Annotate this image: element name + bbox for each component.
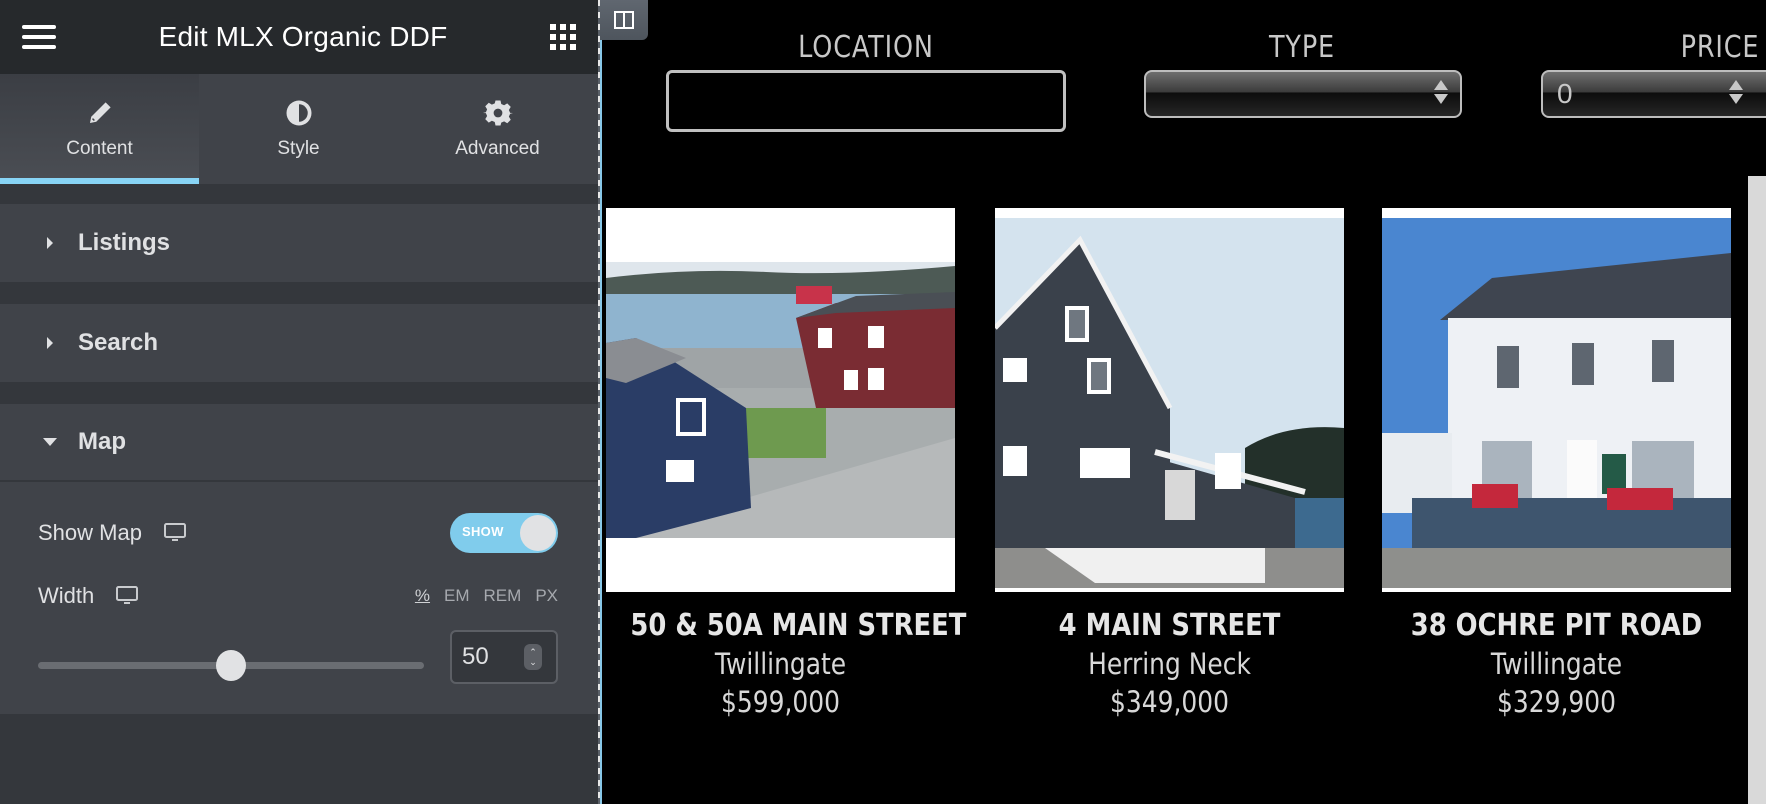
desktop-monitor-icon[interactable] (163, 523, 186, 543)
width-label: Width (38, 583, 95, 608)
listing-price: $599,000 (720, 685, 841, 719)
listing-photo[interactable] (1382, 208, 1731, 592)
spin-down-icon[interactable]: ⌄ (529, 657, 537, 667)
listing-price: $349,000 (1109, 685, 1230, 719)
caret-right-icon (40, 336, 60, 350)
show-map-toggle[interactable]: SHOW (450, 513, 558, 553)
tab-label: Content (66, 138, 133, 159)
menu-icon[interactable] (22, 25, 56, 49)
panel-title: Edit MLX Organic DDF (158, 21, 448, 52)
tab-label: Style (277, 138, 320, 159)
show-map-row: Show Map SHOW (38, 513, 558, 553)
unit-switcher: % EM REM PX (415, 586, 558, 606)
spin-up-icon[interactable]: ⌃ (529, 647, 537, 657)
select-arrows-icon (1729, 80, 1743, 104)
width-row: Width % EM REM PX (38, 578, 558, 614)
preview-scrollbar[interactable] (1748, 176, 1766, 804)
gear-icon (482, 100, 513, 126)
width-value-field[interactable] (462, 643, 522, 671)
unit-percent[interactable]: % (415, 586, 430, 606)
listing-address[interactable]: 50 & 50A MAIN STREET (630, 608, 966, 643)
listing-card[interactable]: 38 OCHRE PIT ROAD Twillingate $329,900 (1382, 208, 1731, 719)
number-spinner[interactable]: ⌃ ⌄ (524, 644, 542, 670)
listing-city: Herring Neck (1088, 647, 1251, 681)
section-search-header[interactable]: Search (0, 304, 598, 382)
type-select[interactable] (1144, 70, 1462, 118)
unit-rem[interactable]: REM (484, 586, 522, 606)
half-circle-icon (286, 100, 311, 126)
tab-advanced[interactable]: Advanced (398, 74, 597, 184)
listing-address[interactable]: 38 OCHRE PIT ROAD (1406, 608, 1706, 643)
unit-em[interactable]: EM (444, 586, 470, 606)
width-slider[interactable] (38, 650, 424, 681)
section-listings-header[interactable]: Listings (0, 204, 598, 282)
preview-edge (600, 40, 602, 804)
section-listings: Listings (0, 204, 598, 282)
listing-price: $329,900 (1496, 685, 1617, 719)
select-arrows-icon (1434, 80, 1448, 104)
listing-card[interactable]: 50 & 50A MAIN STREET Twillingate $599,00… (606, 208, 966, 719)
section-label: Map (78, 428, 126, 455)
tab-style[interactable]: Style (199, 74, 398, 184)
caret-down-icon (40, 437, 60, 447)
desktop-monitor-icon[interactable] (116, 586, 139, 606)
unit-px[interactable]: PX (535, 586, 558, 606)
widgets-grid-icon[interactable] (550, 24, 576, 50)
section-label: Search (78, 329, 159, 356)
type-label: TYPE (1268, 30, 1336, 65)
section-label: Listings (78, 229, 171, 256)
collapse-panel-button[interactable] (600, 0, 648, 40)
listing-city: Twillingate (714, 647, 847, 681)
caret-right-icon (40, 236, 60, 250)
width-number-input[interactable]: ⌃⌄ (450, 630, 558, 684)
tab-content[interactable]: Content (0, 74, 199, 184)
show-map-label: Show Map (38, 520, 142, 545)
listing-city: Twillingate (1490, 647, 1623, 681)
panel-tabs: Content Style Advanced (0, 74, 598, 184)
listing-address[interactable]: 4 MAIN STREET (1019, 608, 1319, 643)
toggle-text: SHOW (462, 524, 504, 539)
editor-panel: Edit MLX Organic DDF Content Style Advan… (0, 0, 598, 804)
listing-photo[interactable] (995, 208, 1344, 592)
location-label: LOCATION (798, 30, 934, 65)
columns-icon (614, 11, 634, 29)
panel-header: Edit MLX Organic DDF (0, 0, 598, 74)
location-input[interactable] (666, 70, 1066, 132)
price-select[interactable]: 0 (1541, 70, 1766, 118)
listing-photo[interactable] (606, 208, 955, 592)
toggle-knob (520, 515, 556, 551)
price-select-value: 0 (1557, 78, 1573, 109)
section-search: Search (0, 304, 598, 382)
price-label: PRICE (1680, 30, 1760, 65)
slider-thumb[interactable] (216, 650, 246, 681)
listing-card[interactable]: 4 MAIN STREET Herring Neck $349,000 (995, 208, 1344, 719)
pencil-icon (89, 102, 111, 123)
tab-label: Advanced (455, 138, 540, 159)
section-map-header[interactable]: Map (0, 404, 598, 482)
